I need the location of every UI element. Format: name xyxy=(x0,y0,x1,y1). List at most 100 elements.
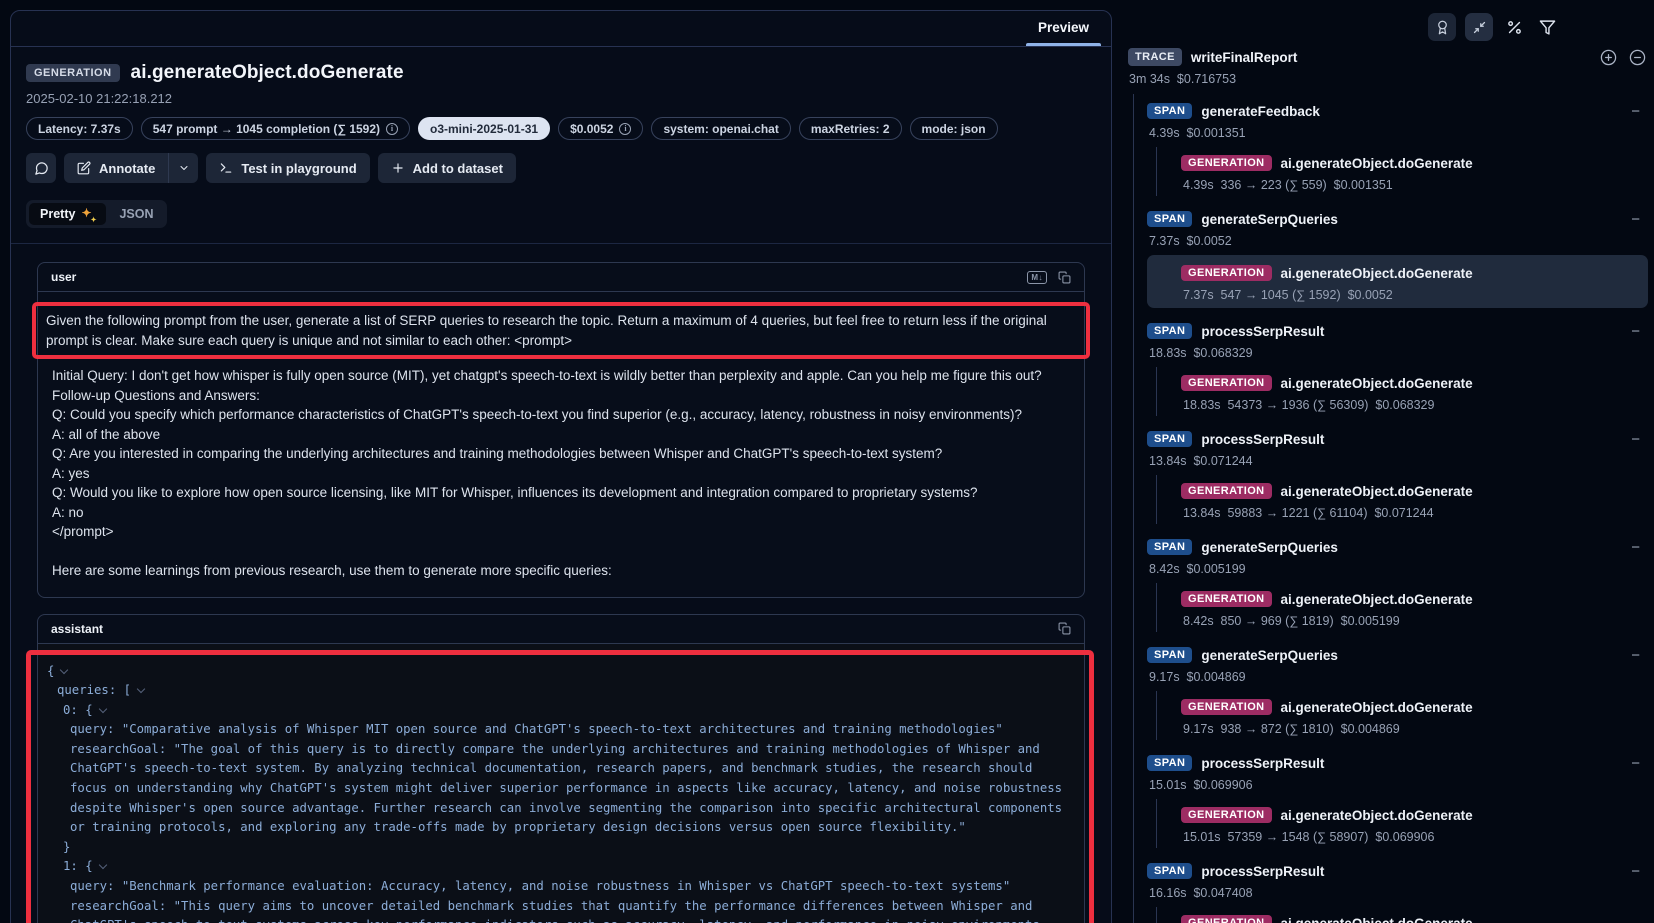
generation-row[interactable]: GENERATION ai.generateObject.doGenerate … xyxy=(1181,147,1648,196)
plus-icon xyxy=(391,161,405,175)
generation-badge: GENERATION xyxy=(1181,375,1272,391)
json-output-viewer[interactable]: { queries: [ 0: { query: "Comparative an… xyxy=(47,662,1075,923)
assistant-message-body: { queries: [ 0: { query: "Comparative an… xyxy=(38,644,1084,923)
tab-preview-label: Preview xyxy=(1038,20,1089,35)
generation-meta: 4.39s 336 → 223 (∑ 559) $0.001351 xyxy=(1183,178,1648,192)
generation-row[interactable]: GENERATION ai.generateObject.doGenerate … xyxy=(1181,475,1648,524)
user-prompt-intro: Given the following prompt from the user… xyxy=(46,313,1047,348)
tree-span-group: SPAN generateSerpQueries − 7.37s $0.0052… xyxy=(1147,202,1648,308)
tab-active-indicator xyxy=(1026,43,1101,46)
tree-span-group: SPAN processSerpResult − 15.01s $0.06990… xyxy=(1147,746,1648,848)
chevron-down-icon[interactable] xyxy=(60,665,68,673)
copy-icon[interactable] xyxy=(1058,622,1071,635)
span-row[interactable]: SPAN processSerpResult − xyxy=(1147,750,1648,776)
collapse-node-icon[interactable]: − xyxy=(1631,211,1640,228)
span-meta: 13.84s $0.071244 xyxy=(1149,454,1648,468)
chevron-down-icon[interactable] xyxy=(98,704,106,712)
span-row[interactable]: SPAN generateSerpQueries − xyxy=(1147,206,1648,232)
annotate-dropdown-button[interactable] xyxy=(168,153,198,183)
mode-pill: mode: json xyxy=(910,117,998,140)
generation-row[interactable]: GENERATION ai.generateObject.doGenerate … xyxy=(1181,367,1648,416)
generation-row[interactable]: GENERATION ai.generateObject.doGenerate … xyxy=(1181,799,1648,848)
generation-badge: GENERATION xyxy=(1181,265,1272,281)
cost-pill[interactable]: $0.0052 i xyxy=(558,117,643,140)
comments-button[interactable] xyxy=(26,153,56,183)
scores-button[interactable] xyxy=(1428,13,1456,41)
collapse-node-icon[interactable]: − xyxy=(1631,539,1640,556)
collapse-node-icon[interactable]: − xyxy=(1631,863,1640,880)
collapse-node-icon[interactable]: − xyxy=(1631,323,1640,340)
test-in-playground-button[interactable]: Test in playground xyxy=(206,153,369,183)
toggle-pretty[interactable]: Pretty ✦✦ xyxy=(29,203,106,225)
tree-span-group: SPAN processSerpResult − 13.84s $0.07124… xyxy=(1147,422,1648,524)
filter-button[interactable] xyxy=(1535,15,1559,39)
page-title: ai.generateObject.doGenerate xyxy=(131,62,404,84)
collapse-view-button[interactable] xyxy=(1465,13,1493,41)
terminal-icon xyxy=(219,161,233,175)
chat-bubble-icon xyxy=(34,161,49,176)
span-badge: SPAN xyxy=(1147,431,1192,447)
generation-row[interactable]: GENERATION ai.generateObject.doGenerate … xyxy=(1181,583,1648,632)
collapse-node-icon[interactable]: − xyxy=(1631,431,1640,448)
markdown-icon[interactable]: M↓ xyxy=(1027,271,1047,284)
generation-meta: 13.84s 59883 → 1221 (∑ 61104) $0.071244 xyxy=(1183,506,1648,520)
collapse-all-icon[interactable] xyxy=(1629,49,1646,66)
generation-row-selected[interactable]: GENERATION ai.generateObject.doGenerate … xyxy=(1147,255,1648,308)
span-badge: SPAN xyxy=(1147,539,1192,555)
chevron-down-icon[interactable] xyxy=(137,685,145,693)
add-to-dataset-label: Add to dataset xyxy=(413,161,503,176)
generation-meta: 8.42s 850 → 969 (∑ 1819) $0.005199 xyxy=(1183,614,1648,628)
trace-type-badge: TRACE xyxy=(1128,48,1182,66)
assistant-role-label: assistant xyxy=(51,622,103,636)
span-row[interactable]: SPAN processSerpResult − xyxy=(1147,318,1648,344)
model-pill[interactable]: o3-mini-2025-01-31 xyxy=(418,117,550,140)
system-pill: system: openai.chat xyxy=(651,117,790,140)
generation-badge: GENERATION xyxy=(1181,915,1272,923)
collapse-node-icon[interactable]: − xyxy=(1631,755,1640,772)
json-label: JSON xyxy=(119,207,153,221)
info-icon: i xyxy=(619,123,631,135)
generation-badge: GENERATION xyxy=(1181,591,1272,607)
collapse-node-icon[interactable]: − xyxy=(1631,647,1640,664)
sidebar-toolbar xyxy=(1428,13,1559,41)
span-meta: 16.16s $0.047408 xyxy=(1149,886,1648,900)
token-usage-pill[interactable]: 547 prompt → 1045 completion (∑ 1592) i xyxy=(141,117,410,140)
annotate-label: Annotate xyxy=(99,161,155,176)
tree-span-group: SPAN processSerpResult − 16.16s $0.04740… xyxy=(1147,854,1648,923)
span-meta: 9.17s $0.004869 xyxy=(1149,670,1648,684)
tab-preview[interactable]: Preview xyxy=(1016,11,1111,46)
trace-root-row[interactable]: TRACE writeFinalReport xyxy=(1128,48,1646,66)
chevron-down-icon[interactable] xyxy=(98,861,106,869)
collapse-node-icon[interactable]: − xyxy=(1631,103,1640,120)
expand-all-icon[interactable] xyxy=(1600,49,1617,66)
trace-meta: 3m 34s $0.716753 xyxy=(1129,72,1236,86)
copy-icon[interactable] xyxy=(1058,271,1071,284)
tree-span-group: SPAN processSerpResult − 18.83s $0.06832… xyxy=(1147,314,1648,416)
span-row[interactable]: SPAN processSerpResult − xyxy=(1147,426,1648,452)
generation-meta: 18.83s 54373 → 1936 (∑ 56309) $0.068329 xyxy=(1183,398,1648,412)
add-to-dataset-button[interactable]: Add to dataset xyxy=(378,153,516,183)
annotate-button[interactable]: Annotate xyxy=(64,153,168,183)
span-row[interactable]: SPAN generateFeedback − xyxy=(1147,98,1648,124)
span-row[interactable]: SPAN generateSerpQueries − xyxy=(1147,642,1648,668)
span-row[interactable]: SPAN processSerpResult − xyxy=(1147,858,1648,884)
annotate-split-button: Annotate xyxy=(64,153,198,183)
award-icon xyxy=(1435,20,1450,35)
generation-row[interactable]: GENERATION ai.generateObject.doGenerate xyxy=(1181,907,1648,923)
span-meta: 15.01s $0.069906 xyxy=(1149,778,1648,792)
generation-row[interactable]: GENERATION ai.generateObject.doGenerate … xyxy=(1181,691,1648,740)
generation-meta: 7.37s 547 → 1045 (∑ 1592) $0.0052 xyxy=(1183,288,1640,302)
info-icon: i xyxy=(386,123,398,135)
tree-span-group: SPAN generateSerpQueries − 9.17s $0.0048… xyxy=(1147,638,1648,740)
span-row[interactable]: SPAN generateSerpQueries − xyxy=(1147,534,1648,560)
max-retries-pill: maxRetries: 2 xyxy=(799,117,902,140)
toggle-json[interactable]: JSON xyxy=(108,203,164,225)
observation-panel: Preview GENERATION ai.generateObject.doG… xyxy=(10,10,1112,923)
edit-icon xyxy=(77,161,91,175)
metrics-toggle-button[interactable] xyxy=(1502,15,1526,39)
tree-span-group: SPAN generateFeedback − 4.39s $0.001351 … xyxy=(1147,94,1648,196)
annotation-highlight-user: Given the following prompt from the user… xyxy=(32,302,1090,359)
annotation-highlight-assistant: { queries: [ 0: { query: "Comparative an… xyxy=(26,650,1094,923)
span-badge: SPAN xyxy=(1147,755,1192,771)
trace-name: writeFinalReport xyxy=(1191,50,1298,65)
